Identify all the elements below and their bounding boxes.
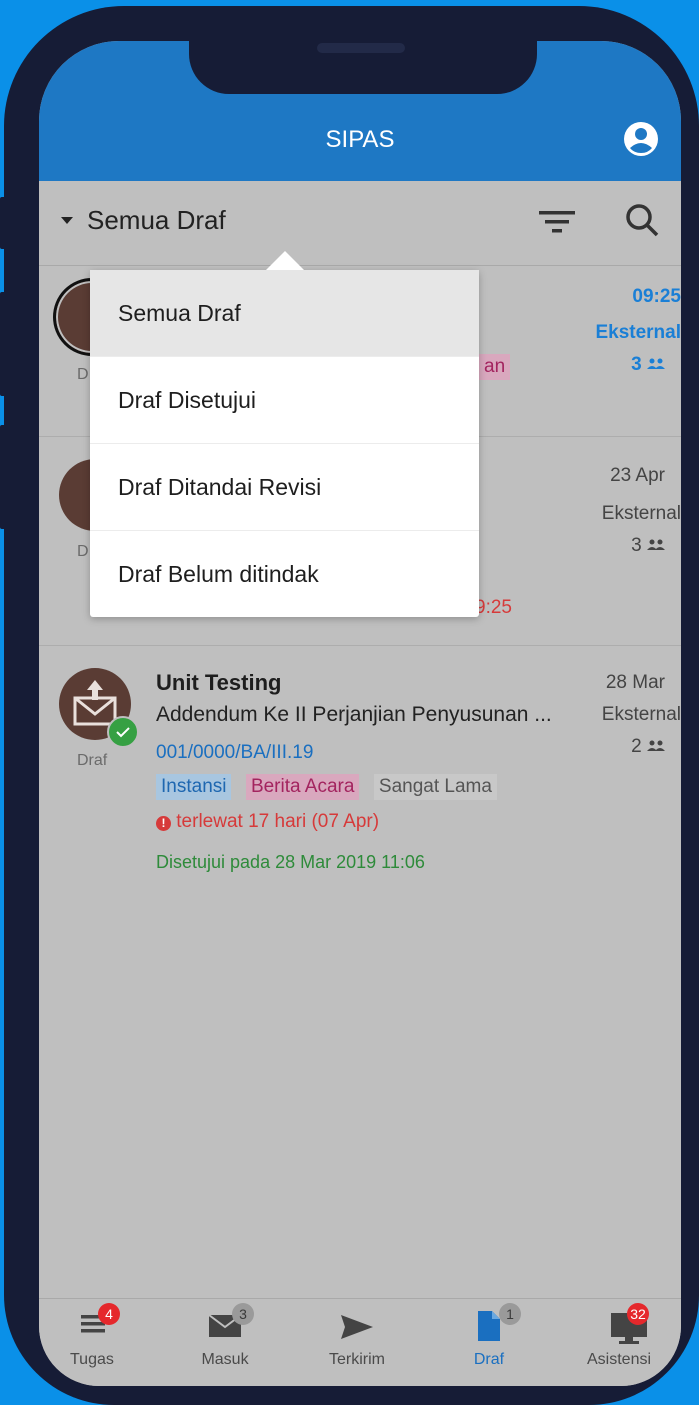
item-subtitle: Addendum Ke II Perjanjian Penyusunan ...: [156, 703, 552, 726]
item-meta: 23 Apr Eksternal 3: [561, 465, 681, 557]
list-item[interactable]: Draf Unit Testing Addendum Ke II Perjanj…: [39, 646, 681, 906]
nav-badge: 32: [627, 1303, 649, 1325]
tag: Instansi: [156, 774, 232, 800]
item-time: 23 Apr: [610, 465, 665, 486]
nav-draf[interactable]: 1 Draf: [439, 1299, 539, 1386]
overdue-row: ! terlewat 17 hari (07 Apr): [156, 811, 379, 833]
item-footer-fragment: 9:25: [475, 597, 512, 618]
overdue-text: terlewat 17 hari (07 Apr): [176, 811, 380, 832]
nav-label: Terkirim: [329, 1351, 385, 1368]
nav-label: Masuk: [201, 1351, 249, 1368]
approved-text: Disetujui pada 28 Mar 2019 11:06: [156, 852, 425, 872]
speaker: [317, 43, 405, 53]
item-number: 001/0000/BA/III.19: [156, 742, 314, 763]
dropdown-caret-icon[interactable]: [61, 217, 73, 224]
item-time: 28 Mar: [605, 672, 665, 693]
people-icon: [647, 740, 665, 751]
menu-item-draf-belum-ditindak[interactable]: Draf Belum ditindak: [90, 531, 479, 618]
side-button: [0, 197, 8, 249]
alert-icon: !: [156, 816, 171, 831]
tag: Sangat Lama: [373, 774, 497, 800]
item-type: Eksternal: [595, 322, 681, 343]
filter-dropdown-menu: Semua Draf Draf Disetujui Draf Ditandai …: [90, 251, 479, 618]
account-icon[interactable]: [622, 120, 660, 158]
participants-count: 2: [631, 736, 642, 757]
nav-tugas[interactable]: 4 Tugas: [44, 1299, 144, 1386]
item-title: Unit Testing: [156, 670, 282, 695]
side-button: [0, 425, 8, 529]
draf-label: D: [77, 366, 89, 383]
app-title: SIPAS: [325, 126, 395, 153]
phone-frame: SIPAS Semua Draf D an 09:25 Eksternal 3 …: [4, 6, 699, 1405]
search-icon[interactable]: [623, 201, 663, 241]
dropdown-arrow: [266, 251, 304, 270]
draf-label: Draf: [77, 752, 108, 769]
tag: Berita Acara: [245, 774, 360, 800]
nav-badge: 1: [499, 1303, 521, 1325]
nav-label: Asistensi: [587, 1351, 652, 1368]
tag-list: Instansi Berita Acara Sangat Lama: [156, 774, 507, 800]
filter-bar: Semua Draf: [39, 181, 681, 266]
notch: [189, 41, 537, 94]
participants-count: 3: [631, 535, 642, 556]
nav-masuk[interactable]: 3 Masuk: [175, 1299, 275, 1386]
item-type: Eksternal: [601, 704, 681, 725]
app-bar: SIPAS: [39, 111, 681, 181]
item-time: 09:25: [632, 286, 681, 307]
approved-check-icon: [107, 716, 139, 748]
nav-terkirim[interactable]: Terkirim: [307, 1299, 407, 1386]
item-type: Eksternal: [601, 503, 681, 524]
nav-badge: 3: [232, 1303, 254, 1325]
menu-item-semua-draf[interactable]: Semua Draf: [90, 270, 479, 357]
bottom-navigation: 4 Tugas 3 Masuk Terkirim 1 Draf 32 Asist…: [39, 1298, 681, 1386]
participants: 2: [561, 736, 681, 758]
side-button: [0, 292, 8, 396]
nav-label: Tugas: [70, 1351, 114, 1368]
menu-item-draf-disetujui[interactable]: Draf Disetujui: [90, 357, 479, 444]
people-icon: [647, 358, 665, 369]
item-meta: 28 Mar Eksternal 2: [561, 672, 681, 758]
draf-label: D: [77, 543, 89, 560]
participants: 3: [561, 354, 681, 376]
nav-badge: 4: [98, 1303, 120, 1325]
participants-count: 3: [631, 354, 642, 375]
filter-selector[interactable]: Semua Draf: [87, 205, 226, 236]
nav-label: Draf: [473, 1351, 505, 1368]
participants: 3: [561, 535, 681, 557]
filter-icon[interactable]: [537, 205, 577, 239]
item-meta: 09:25 Eksternal 3: [561, 286, 681, 376]
app-screen: SIPAS Semua Draf D an 09:25 Eksternal 3 …: [39, 41, 681, 1386]
nav-asistensi[interactable]: 32 Asistensi: [579, 1299, 679, 1386]
menu-item-draf-ditandai-revisi[interactable]: Draf Ditandai Revisi: [90, 444, 479, 531]
tag: an: [479, 354, 511, 380]
people-icon: [647, 539, 665, 550]
send-icon: [341, 1315, 373, 1339]
